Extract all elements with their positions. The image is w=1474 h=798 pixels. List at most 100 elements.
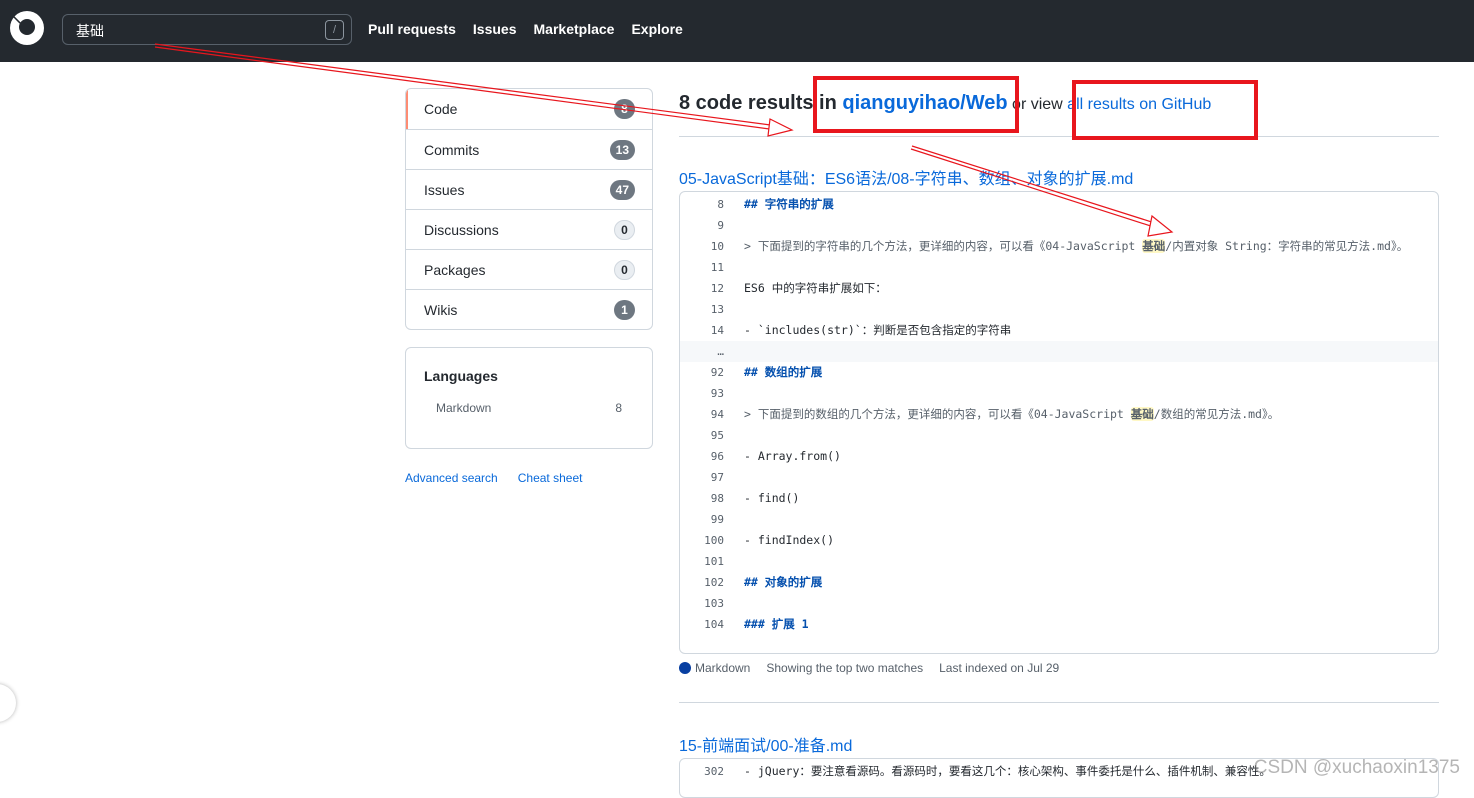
sidebar-item-label: Discussions xyxy=(424,221,499,238)
sidebar-item-count: 0 xyxy=(614,219,635,240)
code-gap-row: … xyxy=(680,341,1438,362)
result-footer: Markdown Showing the top two matches Las… xyxy=(679,661,1059,675)
nav-marketplace[interactable]: Marketplace xyxy=(534,21,615,37)
line-number[interactable]: 103 xyxy=(680,593,724,614)
code-text: - jQuery：要注意看源码。看源码时，要看这几个：核心架构、事件委托是什么、… xyxy=(744,764,1271,778)
repo-link[interactable]: qianguyihao/Web xyxy=(842,92,1007,114)
top-header: 基础 / Pull requests Issues Marketplace Exp… xyxy=(0,0,1474,62)
code-line: 103 xyxy=(680,593,1438,614)
line-number[interactable]: 13 xyxy=(680,299,724,320)
sidebar-item-count: 1 xyxy=(614,299,635,320)
line-content: ## 对象的扩展 xyxy=(724,572,842,593)
line-number[interactable]: 100 xyxy=(680,530,724,551)
code-line: 97 xyxy=(680,467,1438,488)
nav-pull-requests[interactable]: Pull requests xyxy=(368,21,456,37)
line-number[interactable]: 97 xyxy=(680,467,724,488)
code-line: 101 xyxy=(680,551,1438,572)
sidebar-item-count: 0 xyxy=(614,259,635,280)
sidebar-item-commits[interactable]: Commits 13 xyxy=(406,129,652,169)
code-line: 10 > 下面提到的字符串的几个方法，更详细的内容，可以看《04-JavaScri… xyxy=(680,236,1438,257)
search-type-nav: Code 8 Commits 13 Issues 47 Discussions 0 Packag… xyxy=(405,88,653,330)
floating-side-button[interactable] xyxy=(0,684,16,722)
line-number[interactable]: 98 xyxy=(680,488,724,509)
sidebar-item-label: Wikis xyxy=(424,301,458,318)
line-number[interactable]: 94 xyxy=(680,404,724,425)
code-text: ## 对象的扩展 xyxy=(744,575,823,589)
code-line: 98 - find() xyxy=(680,488,1438,509)
line-number[interactable]: 102 xyxy=(680,572,724,593)
language-count: 8 xyxy=(615,401,622,415)
line-number[interactable]: … xyxy=(680,341,724,362)
results-count: 8 code results in xyxy=(679,92,843,114)
line-number[interactable]: 302 xyxy=(680,761,724,782)
languages-panel: Languages Markdown 8 xyxy=(405,347,653,449)
line-number[interactable]: 95 xyxy=(680,425,724,446)
sidebar-item-wikis[interactable]: Wikis 1 xyxy=(406,289,652,329)
line-number[interactable]: 8 xyxy=(680,194,724,215)
line-number[interactable]: 101 xyxy=(680,551,724,572)
cheat-sheet-link[interactable]: Cheat sheet xyxy=(518,471,583,485)
code-line: 93 xyxy=(680,383,1438,404)
result-file-link[interactable]: 15-前端面试/00-准备.md xyxy=(679,732,852,756)
result-file-link[interactable]: 05-JavaScript基础：ES6语法/08-字符串、数组、对象的扩展.md xyxy=(679,165,1133,189)
sidebar-item-label: Packages xyxy=(424,261,486,278)
code-line: 100 - findIndex() xyxy=(680,530,1438,551)
line-number[interactable]: 96 xyxy=(680,446,724,467)
divider xyxy=(679,136,1439,137)
code-line: 99 xyxy=(680,509,1438,530)
sidebar-item-count: 47 xyxy=(609,179,635,200)
code-line: 104 ### 扩展 1 xyxy=(680,614,1438,635)
line-content: - Array.from() xyxy=(724,446,861,467)
nav-issues[interactable]: Issues xyxy=(473,21,517,37)
search-input[interactable]: 基础 / xyxy=(62,14,352,45)
line-content: ## 数组的扩展 xyxy=(724,362,842,383)
code-line: 94 > 下面提到的数组的几个方法，更详细的内容，可以看《04-JavaScrip… xyxy=(680,404,1438,425)
sidebar-item-issues[interactable]: Issues 47 xyxy=(406,169,652,209)
line-content xyxy=(724,551,764,572)
sidebar-item-discussions[interactable]: Discussions 0 xyxy=(406,209,652,249)
language-filter-markdown[interactable]: Markdown 8 xyxy=(424,401,634,415)
nav-explore[interactable]: Explore xyxy=(631,21,682,37)
line-number[interactable]: 104 xyxy=(680,614,724,635)
line-number[interactable]: 10 xyxy=(680,236,724,257)
sidebar-item-label: Code xyxy=(424,101,458,117)
code-text: - findIndex() xyxy=(744,533,835,547)
code-line: 96 - Array.from() xyxy=(680,446,1438,467)
language-name: Markdown xyxy=(436,401,492,415)
line-content: > 下面提到的数组的几个方法，更详细的内容，可以看《04-JavaScript … xyxy=(724,404,1299,425)
code-text: - `includes(str)`：判断是否包含指定的字符串 xyxy=(744,323,1012,337)
mouse-cursor-icon: ↖ xyxy=(8,8,24,28)
line-content: ES6 中的字符串扩展如下： xyxy=(724,278,907,299)
line-content xyxy=(724,509,764,530)
line-content: ## 字符串的扩展 xyxy=(724,194,854,215)
line-content: - findIndex() xyxy=(724,530,854,551)
code-text: ES6 中的字符串扩展如下： xyxy=(744,281,887,295)
line-content xyxy=(724,257,764,278)
line-number[interactable]: 12 xyxy=(680,278,724,299)
line-content xyxy=(724,215,764,236)
code-line: 9 xyxy=(680,215,1438,236)
line-number[interactable]: 93 xyxy=(680,383,724,404)
code-text: ## 字符串的扩展 xyxy=(744,197,834,211)
code-line: 102 ## 对象的扩展 xyxy=(680,572,1438,593)
divider xyxy=(679,702,1439,703)
sidebar-item-packages[interactable]: Packages 0 xyxy=(406,249,652,289)
all-results-link[interactable]: all results on GitHub xyxy=(1067,96,1211,113)
sidebar-item-code[interactable]: Code 8 xyxy=(406,89,652,129)
code-line: 14 - `includes(str)`：判断是否包含指定的字符串 xyxy=(680,320,1438,341)
line-number[interactable]: 99 xyxy=(680,509,724,530)
line-content: - jQuery：要注意看源码。看源码时，要看这几个：核心架构、事件委托是什么、… xyxy=(724,761,1291,782)
slash-shortcut-key: / xyxy=(325,20,344,40)
line-number[interactable]: 14 xyxy=(680,320,724,341)
advanced-search-link[interactable]: Advanced search xyxy=(405,471,498,485)
languages-title: Languages xyxy=(424,368,498,384)
line-number[interactable]: 9 xyxy=(680,215,724,236)
code-text: /内置对象 String：字符串的常见方法.md》。 xyxy=(1165,239,1409,253)
indexed-text: Last indexed on Jul 29 xyxy=(939,661,1060,675)
language-text: Markdown xyxy=(695,661,751,675)
line-number[interactable]: 92 xyxy=(680,362,724,383)
line-content xyxy=(724,593,764,614)
markdown-color-dot-icon xyxy=(679,662,691,674)
line-content: - `includes(str)`：判断是否包含指定的字符串 xyxy=(724,320,1031,341)
line-number[interactable]: 11 xyxy=(680,257,724,278)
